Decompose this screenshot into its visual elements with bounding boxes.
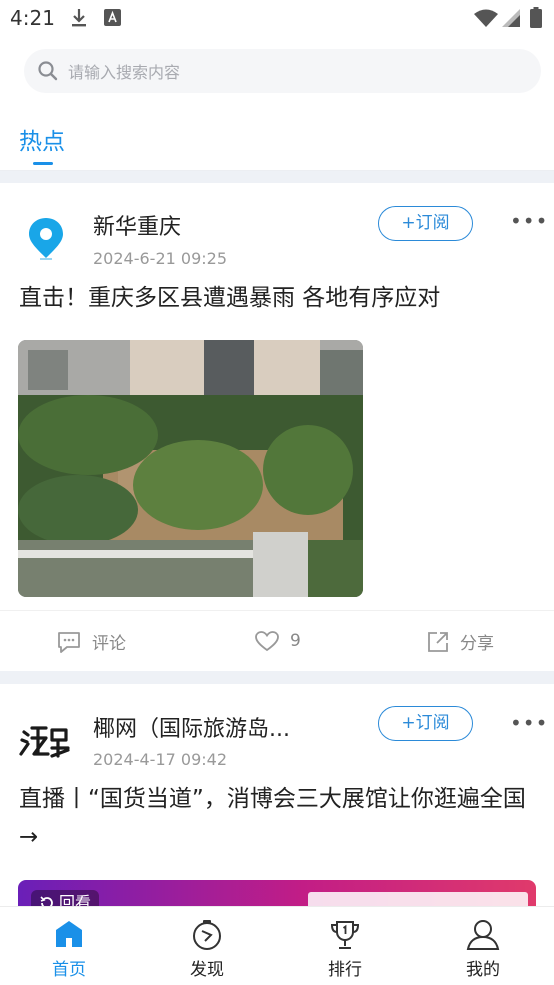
news-headline[interactable]: 直击！重庆多区县遭遇暴雨 各地有序应对 — [19, 279, 539, 317]
trophy-icon — [330, 921, 360, 949]
source-avatar[interactable] — [20, 211, 72, 263]
source-name[interactable]: 新华重庆 — [93, 209, 181, 241]
share-button[interactable]: 分享 — [426, 629, 494, 654]
source-avatar[interactable] — [18, 714, 74, 766]
nav-home-label: 首页 — [52, 960, 86, 980]
comment-label: 评论 — [92, 634, 126, 654]
app-notification-icon — [104, 9, 121, 26]
channel-tab-bar: 热点 — [0, 108, 554, 171]
comment-icon — [58, 631, 80, 653]
nav-discover-label: 发现 — [190, 960, 224, 980]
tab-hot[interactable]: 热点 — [19, 122, 65, 156]
search-bar[interactable] — [24, 49, 541, 95]
tab-active-indicator — [33, 162, 53, 165]
home-icon — [56, 921, 82, 947]
search-input[interactable] — [66, 49, 530, 95]
user-icon — [466, 920, 500, 950]
search-icon — [38, 61, 58, 81]
download-icon — [72, 9, 86, 27]
nav-profile[interactable]: 我的 — [414, 907, 552, 985]
battery-icon — [530, 7, 542, 28]
like-button[interactable]: 9 — [254, 629, 301, 653]
subscribe-button[interactable]: +订阅 — [378, 706, 473, 741]
nav-ranking-label: 排行 — [328, 960, 362, 980]
feed-divider — [0, 171, 554, 183]
source-name[interactable]: 椰网（国际旅游岛... — [93, 711, 290, 743]
news-card[interactable]: 椰网（国际旅游岛... 2024-4-17 09:42 +订阅 ••• 直播丨“… — [0, 684, 554, 906]
feed-divider — [0, 671, 554, 684]
news-headline[interactable]: 直播丨“国货当道”，消博会三大展馆让你逛遍全国→ — [19, 780, 539, 856]
share-label: 分享 — [460, 634, 494, 654]
wifi-icon — [474, 9, 498, 27]
status-bar: 4:21 — [0, 0, 554, 36]
news-card[interactable]: 新华重庆 2024-6-21 09:25 +订阅 ••• 直击！重庆多区县遭遇暴… — [0, 183, 554, 671]
publish-time: 2024-6-21 09:25 — [93, 249, 227, 268]
share-icon — [428, 631, 448, 652]
comment-button[interactable]: 评论 — [56, 629, 126, 654]
publish-time: 2024-4-17 09:42 — [93, 750, 227, 769]
more-options-icon[interactable]: ••• — [510, 711, 548, 735]
nav-profile-label: 我的 — [466, 960, 500, 980]
card-action-row: 评论 9 分享 — [0, 610, 554, 671]
nav-discover[interactable]: 发现 — [138, 907, 276, 985]
heart-icon — [255, 631, 279, 652]
like-count: 9 — [290, 631, 301, 651]
nav-ranking[interactable]: 排行 — [276, 907, 414, 985]
compass-icon — [193, 920, 221, 950]
status-time: 4:21 — [10, 6, 55, 30]
nav-home[interactable]: 首页 — [0, 907, 138, 985]
cellular-signal-icon — [502, 9, 520, 27]
subscribe-button[interactable]: +订阅 — [378, 206, 473, 241]
news-photo[interactable] — [18, 340, 363, 597]
more-options-icon[interactable]: ••• — [510, 209, 548, 233]
bottom-navigation: 首页 发现 排行 我的 — [0, 906, 554, 985]
